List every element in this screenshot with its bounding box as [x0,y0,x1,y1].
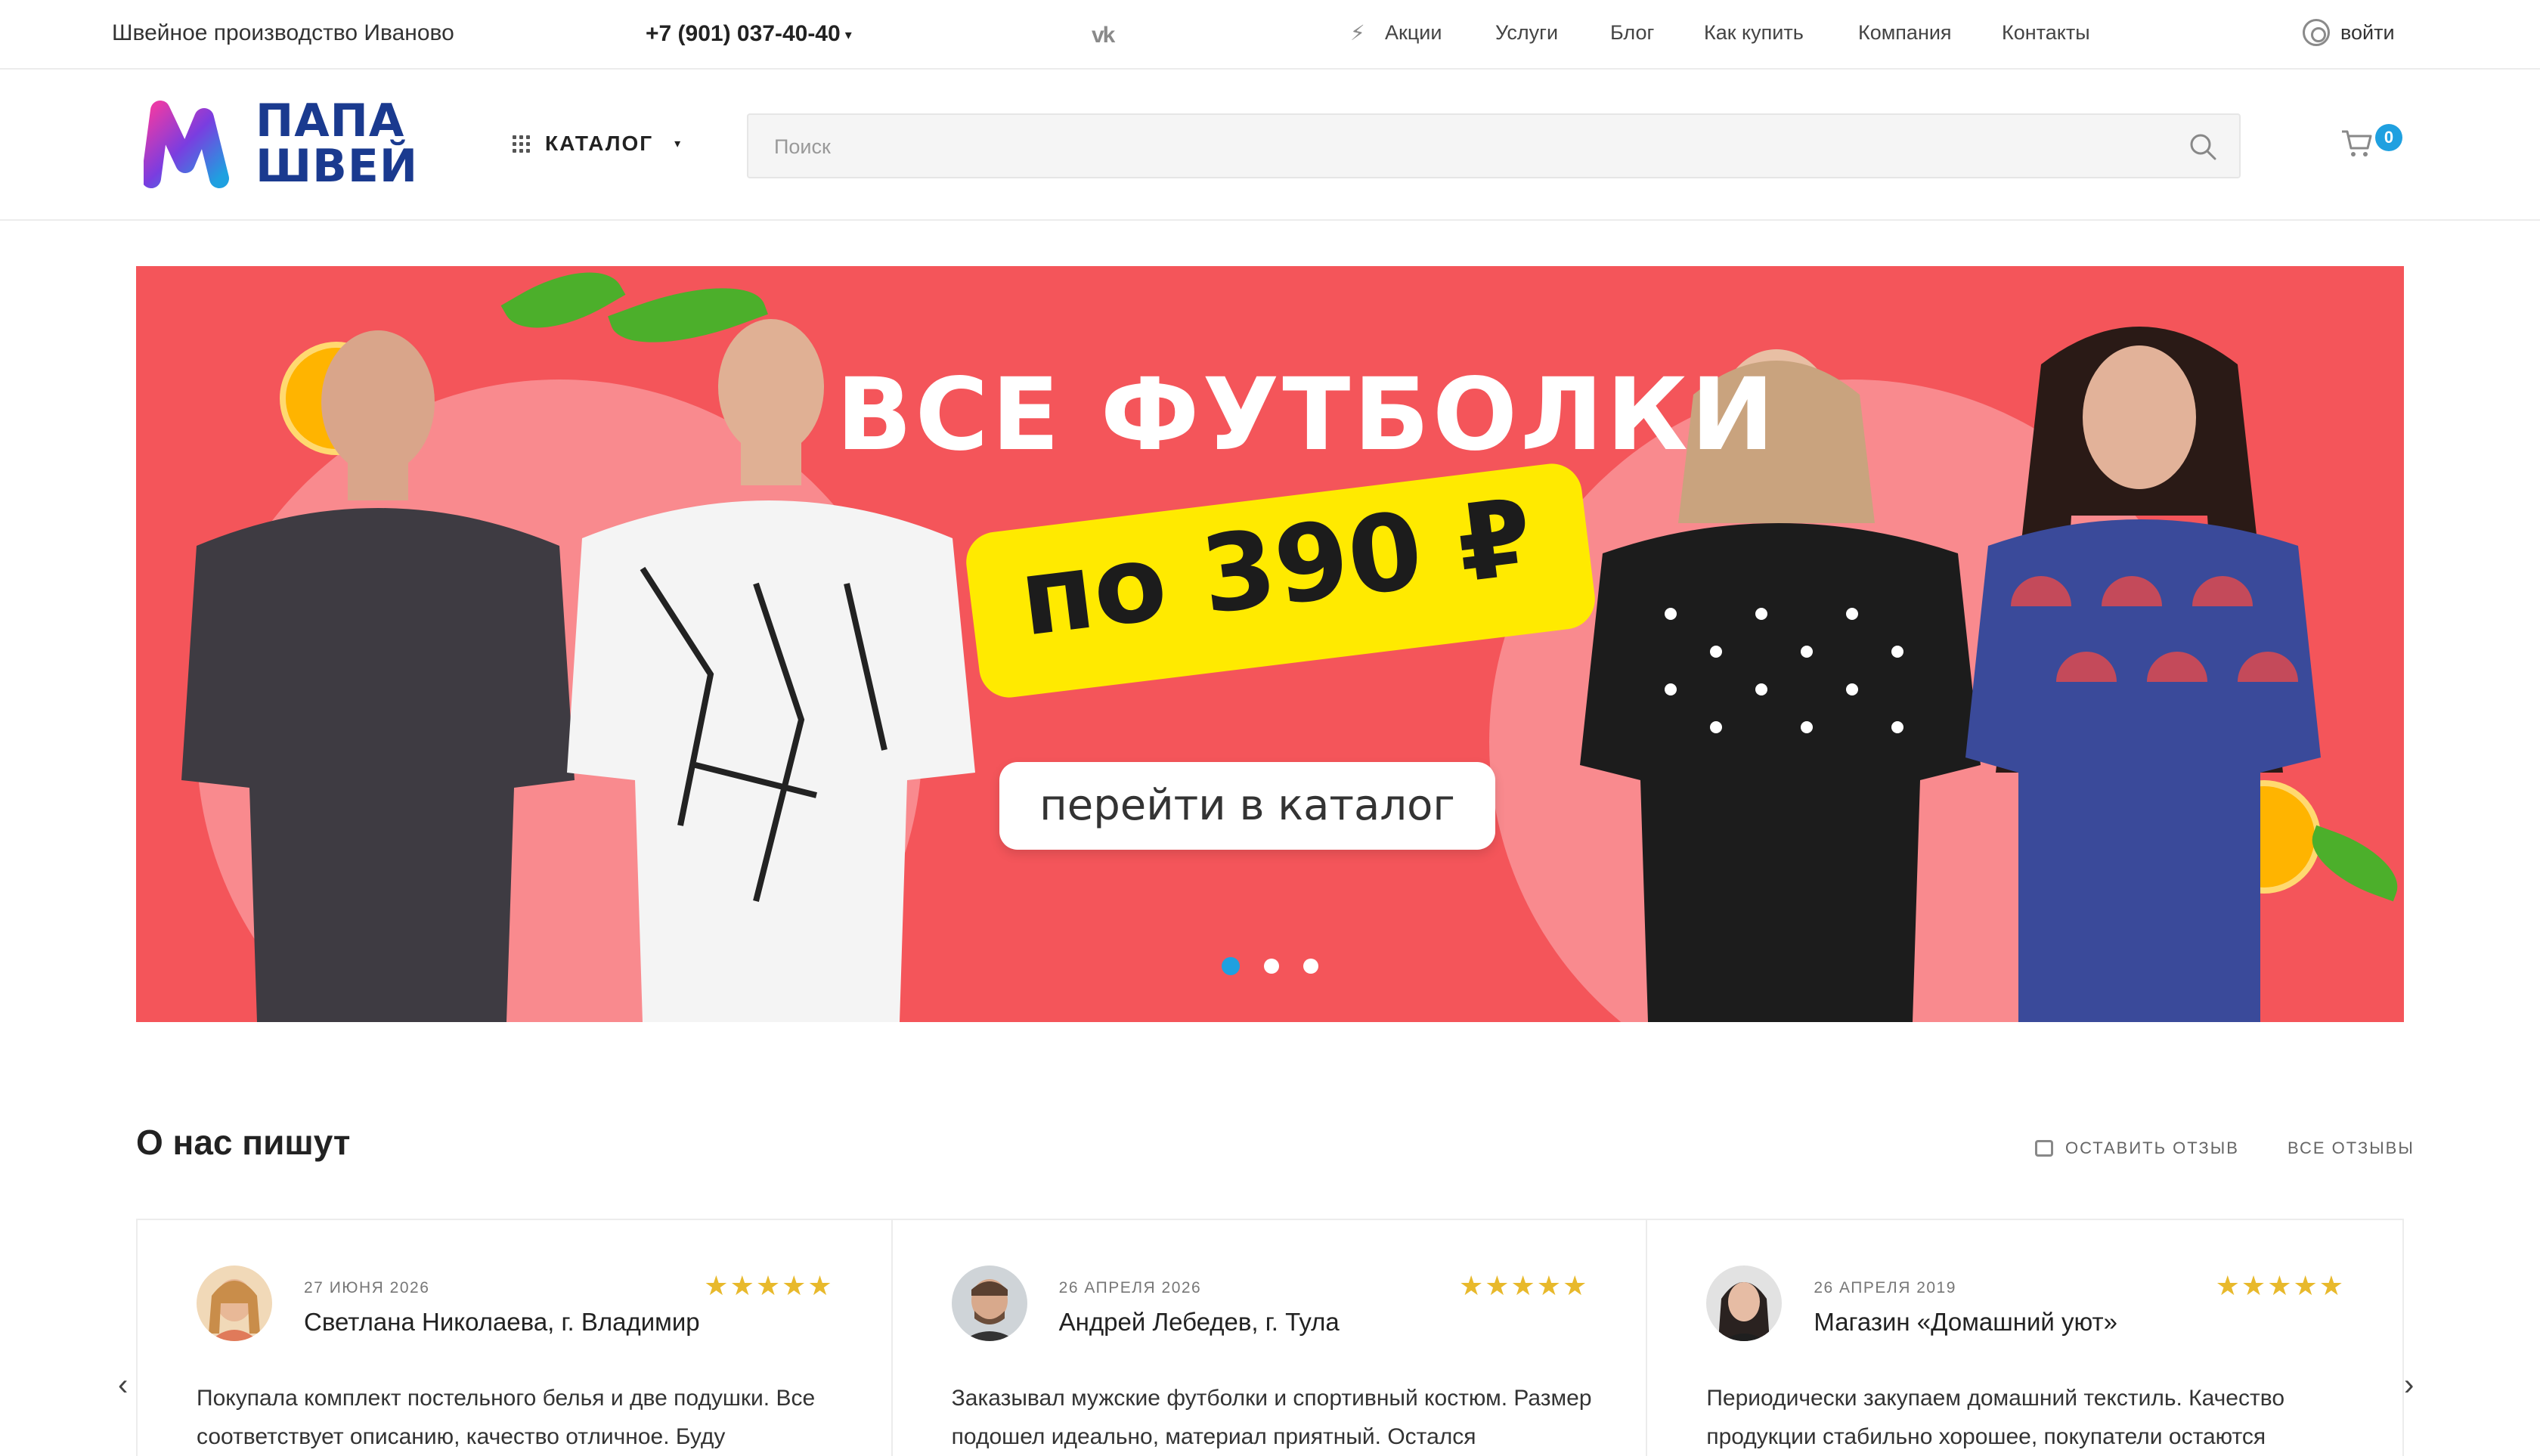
review-author: Светлана Николаева, г. Владимир [304,1308,700,1336]
review-date: 27 июня 2026 [304,1279,430,1296]
lightning-icon: ⚡︎ [1350,21,1365,45]
grid-icon [513,135,530,153]
reviews-title: О нас пишут [136,1123,351,1162]
nav-link-contacts[interactable]: Контакты [2002,21,2090,45]
slide-dot-1[interactable] [1222,957,1240,975]
rating-stars: ★★★★★ [704,1270,834,1301]
nav-link-blog[interactable]: Блог [1610,21,1654,45]
logo-text-bottom: ШВЕЙ [256,140,419,193]
review-text: Периодически закупаем домашний текстиль.… [1706,1386,2285,1449]
cart-icon [2342,130,2372,156]
catalog-label: КАТАЛОГ [545,132,654,155]
model-woman-pattern-top [1965,327,2321,1022]
avatar [197,1265,272,1341]
nav-link-services[interactable]: Услуги [1495,21,1558,45]
logo-text-top: ПАПА [256,94,405,147]
search-bar[interactable] [747,113,2241,178]
chevron-down-icon: ▾ [674,138,683,150]
reviews-carousel: 27 июня 2026 ★★★★★ Светлана Николаева, г… [136,1219,2404,1456]
all-reviews-link[interactable]: ВСЕ ОТЗЫВЫ [2288,1138,2415,1158]
promo-banner[interactable]: ВСЕ ФУТБОЛКИ по 390 ₽ перейти в каталог [136,266,2404,1022]
login-label: войти [2340,20,2395,44]
rating-stars: ★★★★★ [2215,1270,2346,1301]
review-text: Покупала комплект постельного белья и дв… [197,1386,816,1449]
carousel-prev-arrow-icon[interactable]: ‹ [118,1368,128,1402]
avatar [951,1265,1027,1341]
logo[interactable]: ПАПА ШВЕЙ [144,94,419,201]
phone-number[interactable]: +7 (901) 037-40-40 [646,21,841,46]
search-icon[interactable] [2188,132,2218,162]
review-card[interactable]: 26 апреля 2026 ★★★★★ Андрей Лебедев, г. … [893,1220,1648,1456]
catalog-menu-button[interactable]: КАТАЛОГ ▾ [513,132,682,156]
slide-dot-2[interactable] [1264,959,1279,974]
slider-pagination [1222,957,1318,975]
go-to-catalog-button[interactable]: перейти в каталог [999,762,1495,850]
review-card[interactable]: 27 июня 2026 ★★★★★ Светлана Николаева, г… [138,1220,893,1456]
login-button[interactable]: войти [2303,19,2395,46]
rating-stars: ★★★★★ [1458,1270,1589,1301]
cart-count-badge: 0 [2375,124,2402,151]
review-date: 26 апреля 2019 [1814,1279,1956,1296]
leave-review-link[interactable]: ОСТАВИТЬ ОТЗЫВ [2035,1138,2239,1158]
carousel-next-arrow-icon[interactable]: › [2404,1368,2414,1402]
vk-icon[interactable]: vk [1092,23,1115,48]
avatar [1706,1265,1783,1341]
nav-link-company[interactable]: Компания [1858,21,1952,45]
comment-icon [2035,1140,2053,1157]
nav-link-how-to-buy[interactable]: Как купить [1704,21,1804,45]
review-author: Магазин «Домашний уют» [1814,1308,2117,1336]
review-card[interactable]: 26 апреля 2019 ★★★★★ Магазин «Домашний у… [1647,1220,2402,1456]
banner-headline: ВСЕ ФУТБОЛКИ [836,357,1778,473]
search-input[interactable] [774,130,2135,163]
logo-mark-icon [144,101,229,188]
user-icon [2303,19,2330,46]
slide-dot-3[interactable] [1303,959,1318,974]
nav-link-promo[interactable]: Акции [1385,21,1442,45]
phone-dropdown[interactable]: +7 (901) 037-40-40 ▾ [646,21,852,47]
review-author: Андрей Лебедев, г. Тула [1058,1308,1340,1336]
site-header: ПАПА ШВЕЙ КАТАЛОГ ▾ 0 [0,71,2540,221]
review-date: 26 апреля 2026 [1058,1279,1202,1296]
cart-button[interactable]: 0 [2340,124,2408,162]
review-text: Заказывал мужские футболки и спортивный … [951,1386,1592,1449]
chevron-down-icon[interactable]: ▾ [845,27,852,42]
leave-review-label: ОСТАВИТЬ ОТЗЫВ [2065,1138,2239,1157]
top-bar: Швейное производство Иваново +7 (901) 03… [0,0,2540,70]
company-tagline: Швейное производство Иваново [112,20,454,45]
